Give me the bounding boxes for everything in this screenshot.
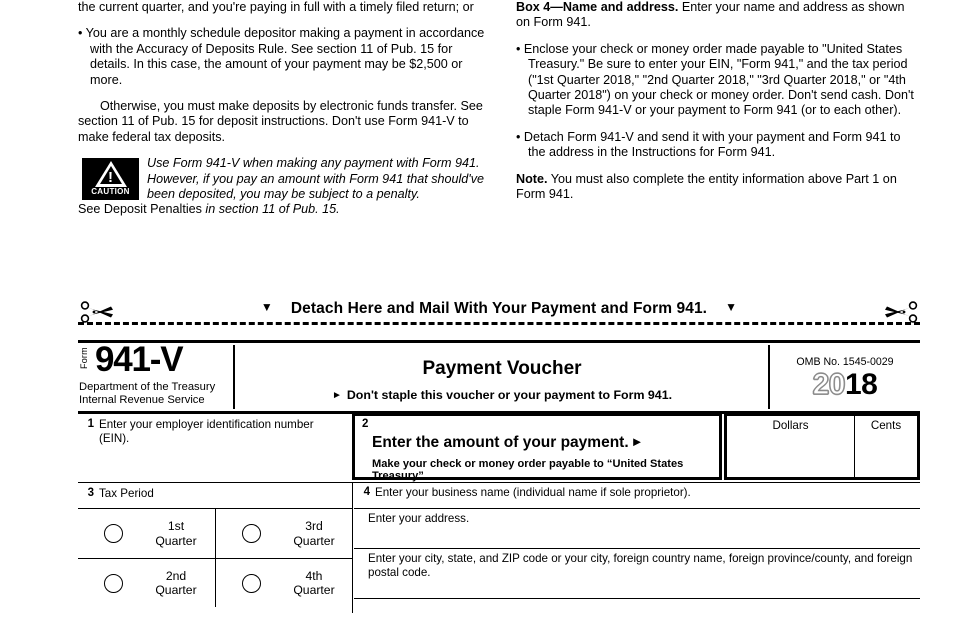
quarter-label-q2: 2nd Quarter [147, 569, 205, 598]
quarter-label-q1-line1: 1st [167, 519, 185, 533]
tax-year-solid-part: 18 [845, 368, 878, 401]
quarter-option-1st[interactable]: 1st Quarter [78, 509, 215, 558]
quarter-option-4th[interactable]: 4th Quarter [215, 558, 352, 607]
omb-number: OMB No. 1545-0029 [796, 356, 894, 368]
quarter-label-q1: 1st Quarter [147, 519, 205, 548]
radio-circle-icon-q1[interactable] [104, 524, 123, 543]
quarter-label-q3-line1: 3rd [305, 519, 323, 533]
quarter-label-q2-line1: 2nd [165, 568, 187, 583]
box4-instruction-heading: Box 4—Name and address. [516, 0, 679, 14]
dollars-header-label: Dollars [772, 419, 809, 432]
field-box-3-tax-period: 3 Tax Period 1st Quarter 3rd Quarter 2nd… [78, 483, 352, 613]
form-word-label: Form [79, 347, 89, 369]
detach-here-text: Detach Here and Mail With Your Payment a… [290, 300, 708, 317]
box4-bottom-rule [354, 598, 920, 599]
radio-circle-icon-q2[interactable] [104, 573, 123, 593]
detach-dashed-line [78, 322, 920, 325]
quarter-label-q4-line1: 4th [305, 568, 323, 583]
box1-label: Enter your employer identification numbe… [99, 418, 314, 445]
payment-voucher-form: Form 941-V Department of the Treasury In… [78, 340, 920, 613]
box2-sub-label: Make your check or money order payable t… [372, 458, 684, 482]
voucher-row-ein-amount: 1 Enter your employer identification numb… [78, 411, 920, 482]
cents-header-label: Cents [870, 419, 902, 432]
voucher-subtitle-arrow-icon: ► [331, 390, 342, 401]
box4-number: 4 [363, 486, 370, 498]
quarter-label-q3-line2: Quarter [293, 533, 335, 548]
caution-tail-italic: in section 11 of Pub. 15. [205, 202, 340, 217]
quarter-label-q2-line2: Quarter [155, 583, 197, 597]
agency-name: Department of the Treasury Internal Reve… [79, 381, 215, 407]
caution-italic-text: Use Form 941-V when making any payment w… [147, 156, 485, 202]
quarter-label-q3: 3rd Quarter [285, 519, 343, 548]
box4-address-label: Enter your address. [368, 512, 470, 525]
quarter-label-q1-line2: Quarter [155, 533, 197, 548]
detach-triangle-right-icon: ▼ [725, 300, 738, 314]
quarter-selection-grid: 1st Quarter 3rd Quarter 2nd Quarter 4th … [78, 508, 352, 614]
box4-city-row[interactable]: Enter your city, state, and ZIP code or … [354, 548, 920, 598]
agency-line-2: Internal Revenue Service [79, 394, 205, 407]
voucher-subtitle: ► Don't staple this voucher or your payme… [236, 388, 768, 402]
instruction-paragraph-continued: the current quarter, and you're paying i… [78, 0, 474, 14]
radio-circle-icon-q3[interactable] [242, 524, 261, 543]
box4-instruction-paragraph: Box 4—Name and address. Enter your name … [516, 0, 920, 31]
box2-main-text: Enter the amount of your payment. [372, 434, 629, 451]
box1-number: 1 [87, 418, 94, 430]
box3-label: Tax Period [99, 487, 154, 500]
box2-number: 2 [362, 418, 369, 430]
box3-number: 3 [87, 487, 94, 499]
tax-year-hollow-part: 20 [812, 368, 846, 401]
voucher-title: Payment Voucher [422, 358, 582, 379]
detach-triangle-left-icon: ▼ [260, 300, 273, 314]
amount-entry-box[interactable]: Dollars Cents [724, 413, 920, 480]
instruction-bullet-detach-form: • Detach Form 941-V and send it with you… [516, 129, 901, 160]
scissors-icon-right [885, 301, 918, 323]
voucher-header-divider-1 [233, 345, 235, 409]
instruction-note-heading: Note. [516, 171, 548, 186]
voucher-row-period-name: 3 Tax Period 1st Quarter 3rd Quarter 2nd… [78, 482, 920, 613]
field-box-2-payment-amount[interactable]: 2 Enter the amount of your payment. ► Mak… [352, 413, 722, 482]
quarter-label-q4-line2: Quarter [293, 583, 335, 597]
box4-business-name-row[interactable]: 4 Enter your business name (individual na… [354, 483, 920, 508]
box3-header: 3 Tax Period [78, 483, 352, 508]
instruction-note-text: You must also complete the entity inform… [516, 171, 897, 202]
radio-circle-icon-q4[interactable] [242, 573, 261, 593]
dollars-column[interactable]: Dollars [727, 416, 855, 477]
caution-icon-caption: CAUTION [91, 186, 130, 196]
voucher-subtitle-text: Don't staple this voucher or your paymen… [346, 388, 673, 402]
box4-city-label: Enter your city, state, and ZIP code or … [368, 552, 913, 580]
box4-address-row[interactable]: Enter your address. [354, 508, 920, 548]
instruction-paragraph-otherwise: Otherwise, you must make deposits by ele… [78, 99, 483, 144]
box4-label: Enter your business name (individual nam… [375, 486, 691, 499]
voucher-omb-block: OMB No. 1545-0029 2018 [770, 343, 920, 411]
agency-line-1: Department of the Treasury [79, 381, 216, 393]
box2-main-label: Enter the amount of your payment. ► [372, 434, 719, 452]
instructions-right-column: Box 4—Name and address. Enter your name … [516, 0, 920, 213]
box3-box4-divider [352, 483, 353, 613]
tax-year: 2018 [770, 368, 920, 401]
form-number-label: 941-V [95, 340, 184, 379]
box2-arrow-icon: ► [630, 434, 644, 449]
field-box-4-name-address: 4 Enter your business name (individual na… [354, 483, 920, 613]
instructions-section: the current quarter, and you're paying i… [0, 0, 956, 292]
voucher-title-block: Payment Voucher ► Don't staple this vouch… [236, 343, 768, 411]
voucher-form-identity: Form 941-V Department of the Treasury In… [78, 340, 233, 411]
instruction-bullet-enclose-check: • Enclose your check or money order made… [516, 41, 914, 118]
instructions-left-column: the current quarter, and you're paying i… [78, 0, 490, 218]
cents-column[interactable]: Cents [855, 416, 917, 480]
detach-here-label: ▼ Detach Here and Mail With Your Payment … [78, 300, 920, 318]
voucher-header: Form 941-V Department of the Treasury In… [78, 340, 920, 411]
detach-here-row: ▼ Detach Here and Mail With Your Payment … [78, 300, 920, 328]
instruction-bullet-monthly-depositor: • You are a monthly schedule depositor m… [78, 26, 485, 87]
caution-tail-plain: See Deposit Penalties [78, 202, 206, 217]
caution-block: ! CAUTION Use Form 941-V when making any… [78, 156, 490, 218]
caution-icon: ! CAUTION [82, 158, 139, 201]
quarter-option-3rd[interactable]: 3rd Quarter [215, 509, 352, 558]
instruction-note-paragraph: Note. You must also complete the entity … [516, 172, 920, 203]
quarter-option-2nd[interactable]: 2nd Quarter [78, 558, 215, 607]
quarter-label-q4: 4th Quarter [285, 569, 343, 598]
field-box-1-ein[interactable]: 1 Enter your employer identification numb… [78, 414, 352, 486]
